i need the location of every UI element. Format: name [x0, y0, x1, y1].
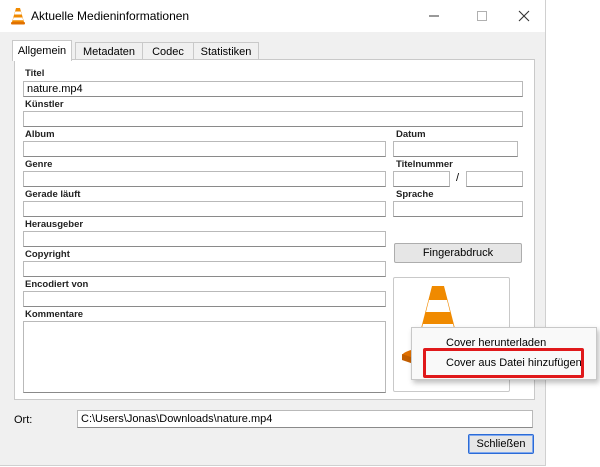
gerade-laeuft-label: Gerade läuft [25, 189, 81, 200]
tab-statistiken[interactable]: Statistiken [193, 42, 259, 60]
schliessen-button[interactable]: Schließen [468, 434, 534, 454]
kuenstler-label: Künstler [25, 99, 64, 110]
copyright-label: Copyright [25, 249, 70, 260]
minimize-button[interactable] [412, 0, 456, 32]
herausgeber-label: Herausgeber [25, 219, 84, 230]
titelnummer-separator: / [456, 172, 460, 184]
sprache-label: Sprache [396, 189, 434, 200]
maximize-icon [477, 11, 487, 21]
genre-label: Genre [25, 159, 53, 170]
herausgeber-field[interactable] [23, 231, 386, 247]
gerade-laeuft-field[interactable] [23, 201, 386, 217]
titel-field[interactable]: nature.mp4 [23, 81, 523, 97]
album-field[interactable] [23, 141, 386, 157]
titelnummer-field[interactable] [393, 171, 450, 187]
titelnummer-total-field[interactable] [466, 171, 523, 187]
window-title: Aktuelle Medieninformationen [31, 9, 190, 23]
copyright-field[interactable] [23, 261, 386, 277]
sprache-field[interactable] [393, 201, 523, 217]
close-icon [518, 10, 530, 22]
maximize-button[interactable] [460, 0, 504, 32]
fingerabdruck-button[interactable]: Fingerabdruck [394, 243, 522, 263]
ort-label: Ort: [14, 414, 33, 426]
genre-field[interactable] [23, 171, 386, 187]
minimize-icon [429, 15, 439, 17]
album-label: Album [25, 129, 55, 140]
vlc-cone-icon [11, 8, 25, 25]
tab-metadaten[interactable]: Metadaten [75, 42, 143, 60]
title-bar: Aktuelle Medieninformationen [0, 0, 545, 32]
highlight-box [423, 348, 584, 378]
encodiert-von-label: Encodiert von [25, 279, 89, 290]
tab-codec[interactable]: Codec [142, 42, 194, 60]
encodiert-von-field[interactable] [23, 291, 386, 307]
datum-label: Datum [396, 129, 426, 140]
kommentare-label: Kommentare [25, 309, 84, 320]
media-info-window: Aktuelle Medieninformationen Allgemein M… [0, 0, 546, 466]
tab-allgemein[interactable]: Allgemein [12, 40, 72, 61]
titelnummer-label: Titelnummer [396, 159, 453, 170]
titel-label: Titel [25, 68, 45, 79]
ort-field[interactable]: C:\Users\Jonas\Downloads\nature.mp4 [77, 410, 533, 428]
close-button[interactable] [502, 0, 546, 32]
datum-field[interactable] [393, 141, 518, 157]
kommentare-field[interactable] [23, 321, 386, 393]
kuenstler-field[interactable] [23, 111, 523, 127]
